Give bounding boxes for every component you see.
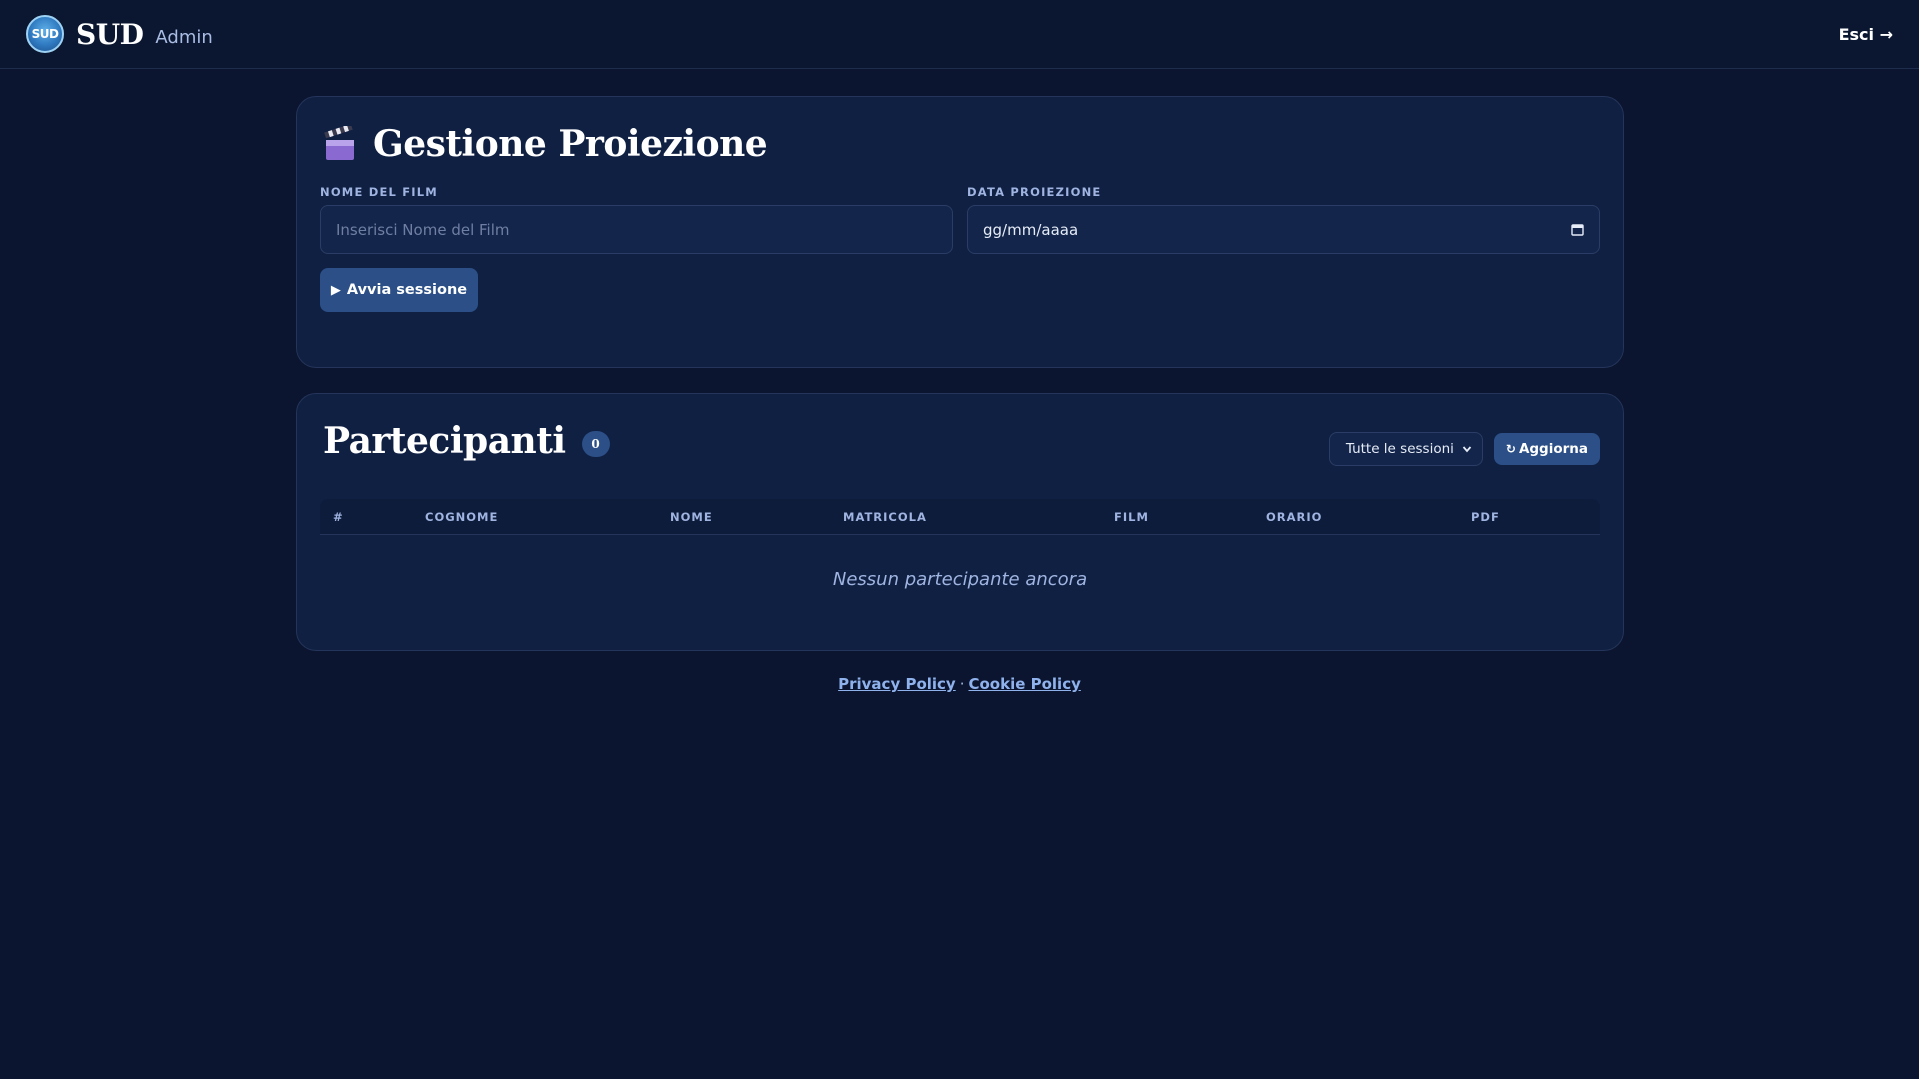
session-filter-value: Tutte le sessioni	[1345, 441, 1454, 457]
brand[interactable]: SUD SUD Admin	[26, 15, 213, 53]
brand-name: SUD	[76, 17, 144, 51]
column-header-name[interactable]: NOME	[670, 510, 713, 524]
start-session-label: Avvia sessione	[346, 282, 468, 298]
refresh-label: Aggiorna	[1518, 441, 1588, 457]
participants-count-badge: 0	[581, 431, 610, 457]
column-header-surname[interactable]: COGNOME	[425, 510, 498, 524]
cookie-policy-link[interactable]: Cookie Policy	[968, 675, 1080, 693]
screening-card: Gestione Proiezione NOME DEL FILM Inseri…	[296, 96, 1624, 368]
column-header-film[interactable]: FILM	[1114, 510, 1149, 524]
film-name-input[interactable]: Inserisci Nome del Film	[320, 205, 953, 254]
start-session-button[interactable]: ▶ Avvia sessione	[320, 268, 478, 312]
session-filter-select[interactable]: Tutte le sessioni	[1328, 432, 1483, 466]
play-icon: ▶	[330, 282, 341, 298]
empty-state-message: Nessun partecipante ancora	[832, 569, 1088, 590]
privacy-policy-link[interactable]: Privacy Policy	[838, 675, 956, 693]
column-header-student-id[interactable]: MATRICOLA	[843, 510, 927, 524]
screening-title-row: Gestione Proiezione	[323, 123, 768, 165]
footer: Privacy Policy · Cookie Policy	[0, 675, 1919, 693]
role-label: Admin	[155, 26, 213, 48]
participants-controls: Tutte le sessioni ↻ Aggiorna	[1328, 432, 1600, 466]
film-name-placeholder: Inserisci Nome del Film	[336, 220, 510, 239]
participants-card: Partecipanti 0 Tutte le sessioni ↻ Aggio…	[296, 393, 1624, 651]
chevron-down-icon	[1462, 446, 1472, 453]
calendar-icon[interactable]	[1571, 223, 1584, 236]
refresh-button[interactable]: ↻ Aggiorna	[1493, 433, 1600, 465]
participants-title-row: Partecipanti 0	[323, 420, 610, 462]
column-header-time[interactable]: ORARIO	[1266, 510, 1322, 524]
top-bar: SUD SUD Admin Esci →	[0, 0, 1919, 69]
footer-separator: ·	[959, 675, 965, 693]
sud-logo-icon: SUD	[26, 15, 64, 53]
refresh-icon: ↻	[1505, 442, 1516, 456]
logout-button[interactable]: Esci →	[1839, 25, 1893, 44]
screening-date-input[interactable]: gg/mm/aaaa	[967, 205, 1600, 254]
column-header-pdf[interactable]: PDF	[1471, 510, 1500, 524]
screening-date-value: gg/mm/aaaa	[983, 220, 1079, 239]
participants-title: Partecipanti	[323, 420, 566, 462]
film-name-label: NOME DEL FILM	[320, 185, 438, 199]
clapper-board-icon	[324, 126, 354, 160]
page-title: Gestione Proiezione	[373, 123, 768, 165]
screening-date-label: DATA PROIEZIONE	[967, 185, 1102, 199]
column-header-number[interactable]: #	[333, 510, 344, 524]
participants-table-header: # COGNOME NOME MATRICOLA FILM ORARIO PDF	[320, 499, 1600, 535]
